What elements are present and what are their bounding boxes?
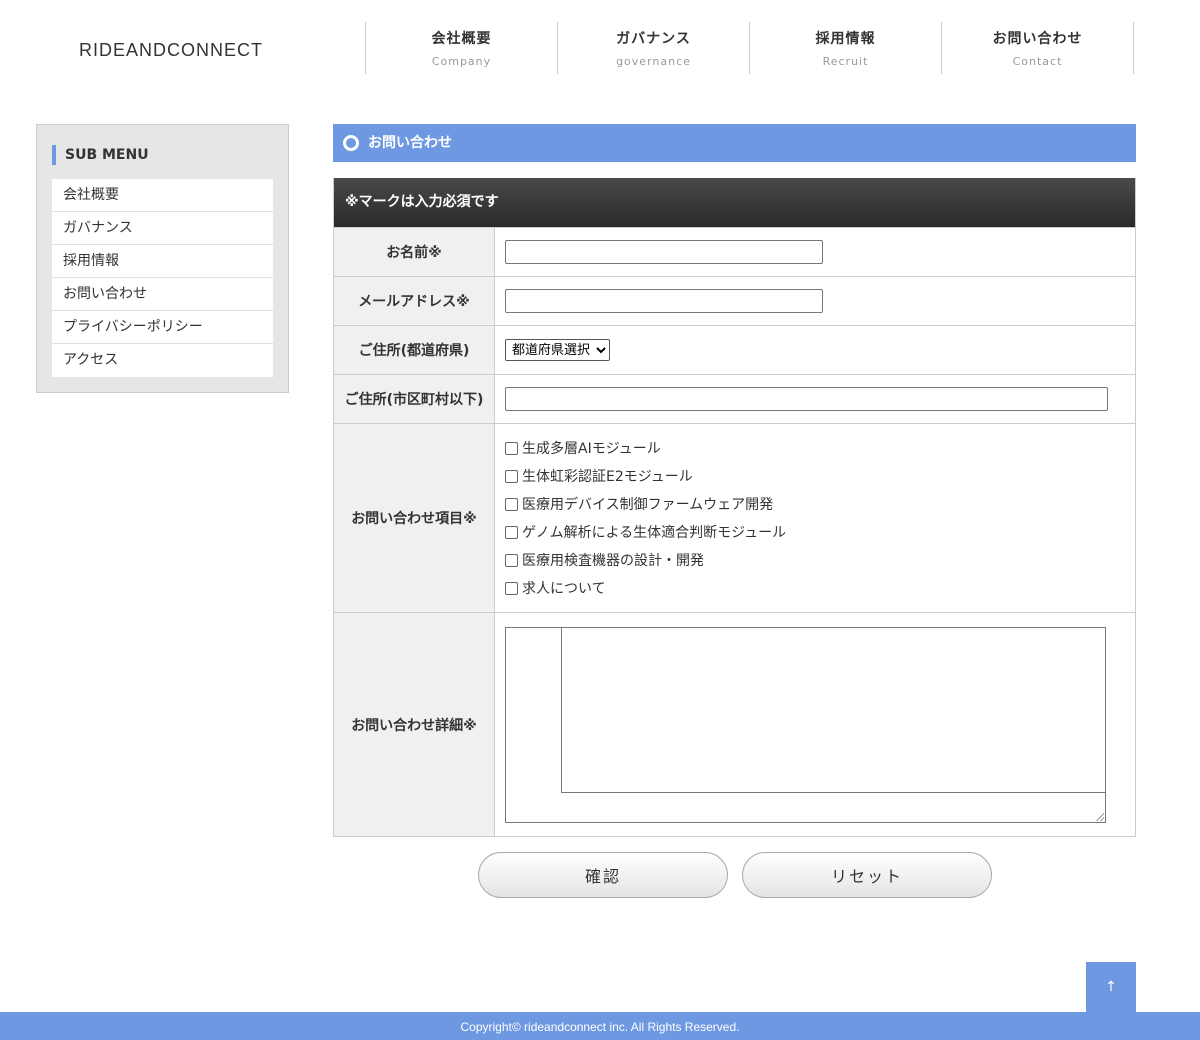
main-content: お問い合わせ ※マークは入力必須です お名前※ メールアドレス※ ご住所(都道府…	[333, 124, 1136, 898]
checkbox-item[interactable]: 生体虹彩認証E2モジュール	[505, 462, 786, 490]
sidebar-item-recruit[interactable]: 採用情報	[52, 245, 273, 278]
confirm-button[interactable]: 確認	[478, 852, 728, 898]
sidebar-item-company[interactable]: 会社概要	[52, 179, 273, 212]
checkbox[interactable]	[505, 553, 518, 567]
form-row-name: お名前※	[334, 227, 1135, 276]
back-to-top-button[interactable]: ↑	[1086, 962, 1136, 1012]
resize-grip-icon[interactable]	[1096, 812, 1104, 821]
nav-item-governance[interactable]: ガバナンス governance	[558, 22, 750, 74]
email-field-cell	[495, 277, 1135, 325]
nav-item-sublabel: Contact	[1012, 55, 1063, 68]
checkbox-label: 生体虹彩認証E2モジュール	[522, 469, 693, 485]
checkbox-item[interactable]: 医療用デバイス制御ファームウェア開発	[505, 490, 786, 518]
checkbox-item[interactable]: 医療用検査機器の設計・開発	[505, 546, 786, 574]
checkbox-label: ゲノム解析による生体適合判断モジュール	[522, 525, 787, 541]
checkbox-label: 医療用デバイス制御ファームウェア開発	[522, 497, 774, 513]
copyright-text: Copyright© rideandconnect inc. All Right…	[460, 1020, 740, 1034]
sidebar-item-governance[interactable]: ガバナンス	[52, 212, 273, 245]
nav-item-label: 会社概要	[431, 31, 492, 47]
detail-textarea-inner[interactable]	[561, 626, 1106, 793]
sidebar-item-access[interactable]: アクセス	[52, 344, 273, 377]
name-label: お名前※	[334, 228, 495, 276]
checkbox-item[interactable]: ゲノム解析による生体適合判断モジュール	[505, 518, 786, 546]
form-row-prefecture: ご住所(都道府県) 都道府県選択	[334, 325, 1135, 374]
nav-item-sublabel: Recruit	[822, 55, 869, 68]
prefecture-label: ご住所(都道府県)	[334, 326, 495, 374]
inquiry-field-cell: 生成多層AIモジュール 生体虹彩認証E2モジュール 医療用デバイス制御ファームウ…	[495, 424, 1135, 612]
checkbox[interactable]	[505, 525, 518, 539]
email-input[interactable]	[505, 289, 823, 313]
address-input[interactable]	[505, 387, 1108, 411]
name-input[interactable]	[505, 240, 823, 264]
detail-field-cell	[495, 613, 1135, 836]
nav-item-label: お問い合わせ	[992, 31, 1083, 47]
checkbox[interactable]	[505, 469, 518, 483]
checkbox-label: 生成多層AIモジュール	[522, 441, 661, 457]
checkbox-label: 求人について	[522, 581, 606, 597]
global-nav: 会社概要 Company ガバナンス governance 採用情報 Recru…	[365, 22, 1134, 74]
address-label: ご住所(市区町村以下)	[334, 375, 495, 423]
form-buttons: 確認 リセット	[478, 852, 992, 898]
detail-label: お問い合わせ詳細※	[334, 613, 495, 836]
sidebar-title: SUB MENU	[52, 145, 149, 165]
reset-button[interactable]: リセット	[742, 852, 992, 898]
prefecture-select[interactable]: 都道府県選択	[505, 339, 610, 361]
name-field-cell	[495, 228, 1135, 276]
prefecture-field-cell: 都道府県選択	[495, 326, 1135, 374]
circle-icon	[343, 135, 359, 151]
form-row-detail: お問い合わせ詳細※	[334, 612, 1135, 836]
nav-item-sublabel: governance	[616, 55, 691, 68]
site-footer: Copyright© rideandconnect inc. All Right…	[0, 1012, 1200, 1040]
nav-item-company[interactable]: 会社概要 Company	[366, 22, 558, 74]
sidebar-item-privacy-policy[interactable]: プライバシーポリシー	[52, 311, 273, 344]
site-logo[interactable]: RIDEANDCONNECT	[79, 40, 263, 61]
nav-item-contact[interactable]: お問い合わせ Contact	[942, 22, 1134, 74]
checkbox[interactable]	[505, 581, 518, 595]
form-required-note: ※マークは入力必須です	[334, 178, 1135, 227]
sidebar: SUB MENU 会社概要 ガバナンス 採用情報 お問い合わせ プライバシーポリ…	[36, 124, 289, 393]
sidebar-item-contact[interactable]: お問い合わせ	[52, 278, 273, 311]
form-row-email: メールアドレス※	[334, 276, 1135, 325]
nav-item-recruit[interactable]: 採用情報 Recruit	[750, 22, 942, 74]
inquiry-label: お問い合わせ項目※	[334, 424, 495, 612]
address-field-cell	[495, 375, 1135, 423]
email-label: メールアドレス※	[334, 277, 495, 325]
checkbox-item[interactable]: 生成多層AIモジュール	[505, 434, 786, 462]
site-header: RIDEANDCONNECT 会社概要 Company ガバナンス govern…	[0, 0, 1200, 90]
contact-form: ※マークは入力必須です お名前※ メールアドレス※ ご住所(都道府県) 都道府県…	[333, 178, 1136, 837]
nav-item-label: 採用情報	[815, 31, 876, 47]
page-title: お問い合わせ	[333, 124, 1136, 162]
checkbox-label: 医療用検査機器の設計・開発	[522, 553, 704, 569]
checkbox-item[interactable]: 求人について	[505, 574, 786, 602]
nav-item-label: ガバナンス	[616, 31, 691, 47]
checkbox[interactable]	[505, 497, 518, 511]
detail-textarea[interactable]	[505, 626, 1106, 823]
form-row-inquiry-items: お問い合わせ項目※ 生成多層AIモジュール 生体虹彩認証E2モジュール 医療用デ…	[334, 423, 1135, 612]
nav-item-sublabel: Company	[431, 55, 492, 68]
form-row-address: ご住所(市区町村以下)	[334, 374, 1135, 423]
sidebar-menu: 会社概要 ガバナンス 採用情報 お問い合わせ プライバシーポリシー アクセス	[52, 179, 273, 377]
inquiry-checkbox-list: 生成多層AIモジュール 生体虹彩認証E2モジュール 医療用デバイス制御ファームウ…	[505, 424, 786, 612]
page-title-text: お問い合わせ	[368, 135, 452, 151]
checkbox[interactable]	[505, 441, 518, 455]
